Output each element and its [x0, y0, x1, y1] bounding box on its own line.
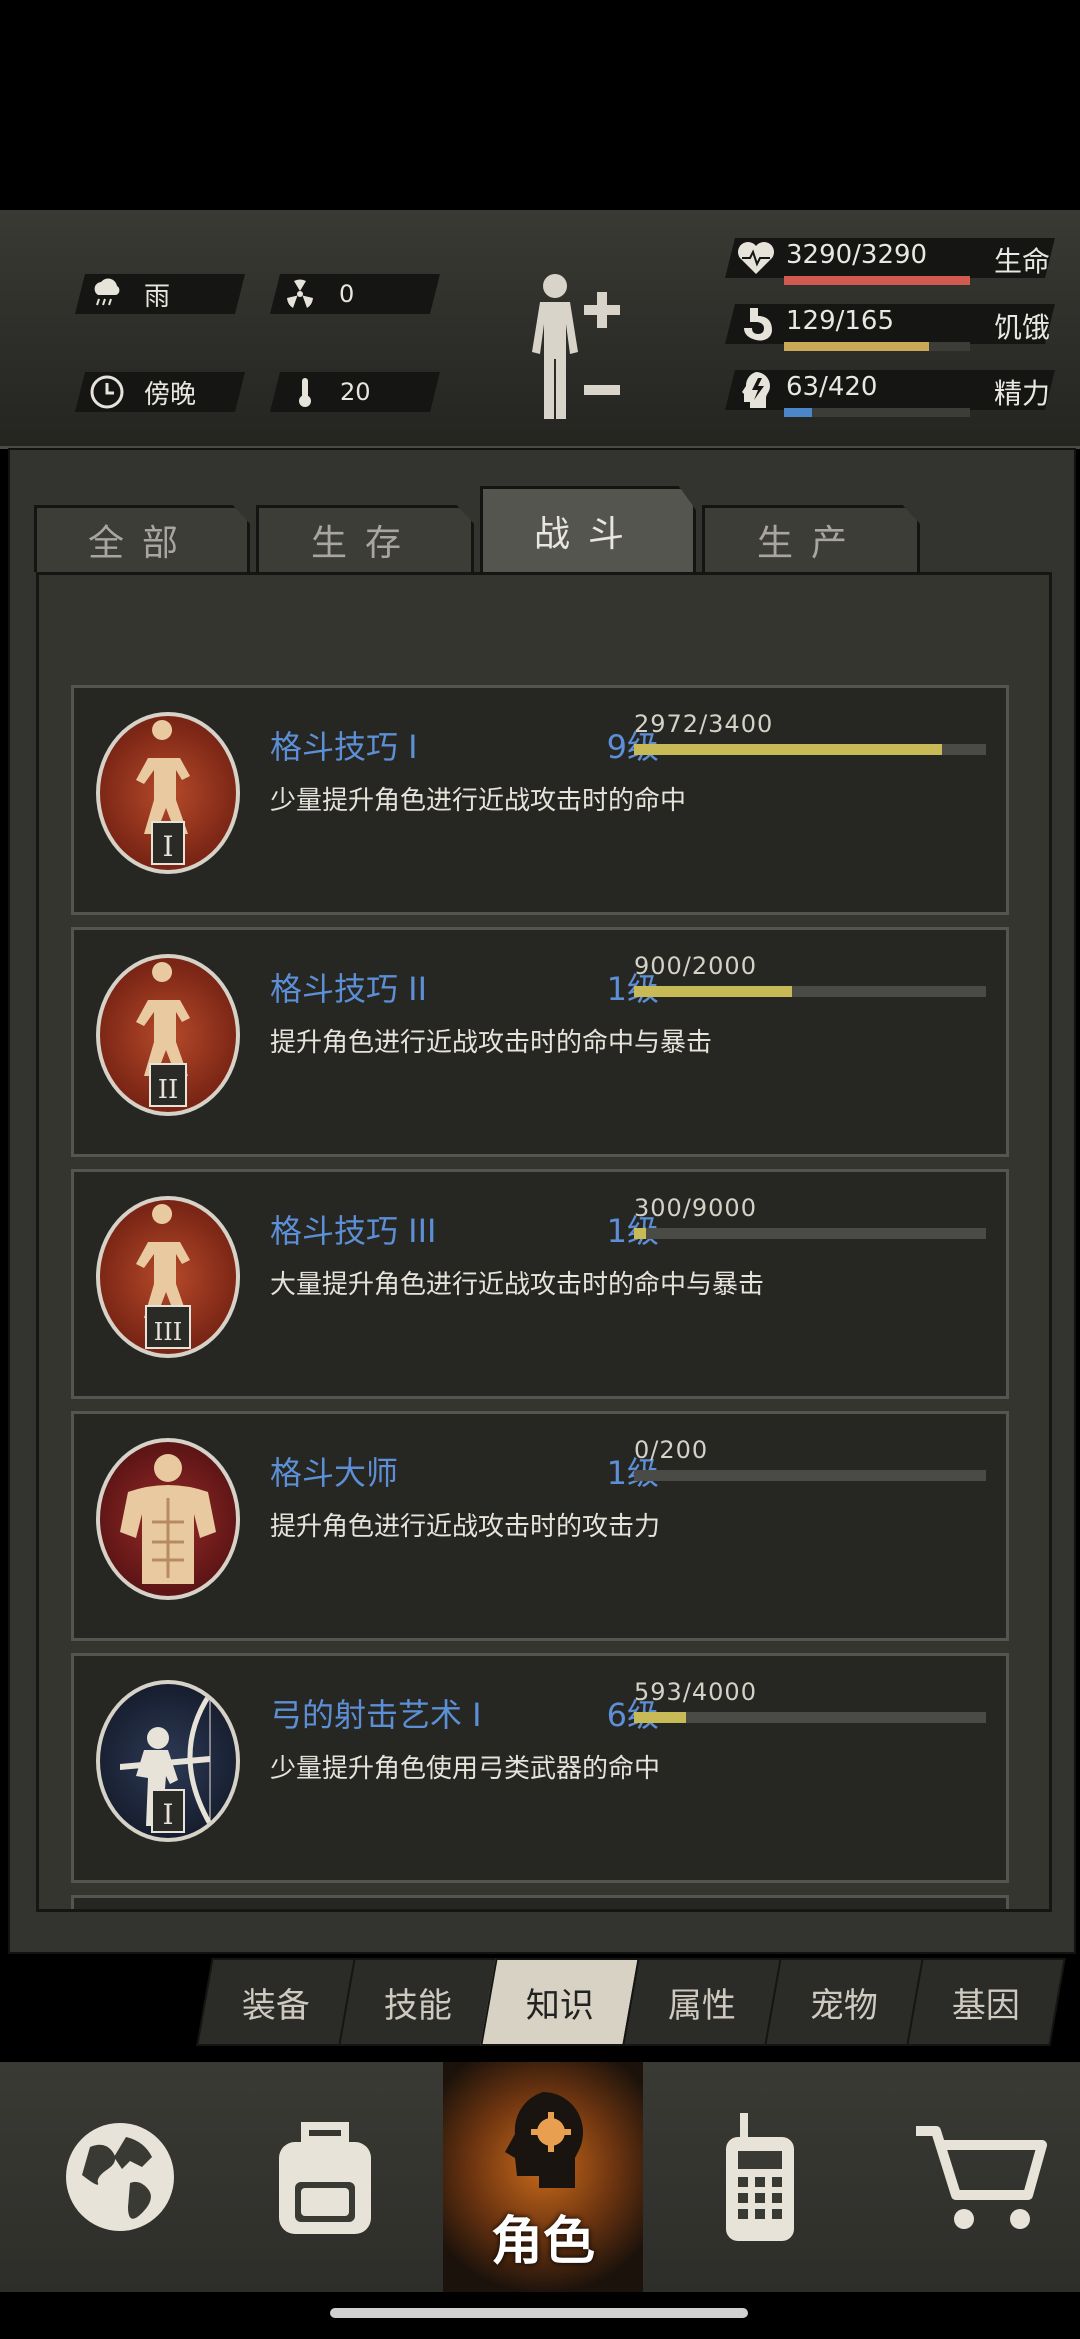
skill-name: 格斗技巧 III	[270, 1212, 437, 1250]
home-indicator[interactable]	[330, 2308, 748, 2318]
skill-card[interactable]: III 格斗技巧 III 1级 300/9000 大量提升角色进行近战攻击时的命…	[71, 1169, 1009, 1399]
skill-progress-text: 2972/3400	[634, 710, 774, 738]
subnav-genes[interactable]: 基因	[906, 1958, 1066, 2046]
skill-progress-bar	[634, 1470, 986, 1481]
skill-card[interactable]: II 格斗技巧 II 1级 900/2000 提升角色进行近战攻击时的命中与暴击	[71, 927, 1009, 1157]
hunger-label: 饥饿	[994, 311, 1051, 344]
cart-icon	[916, 2126, 1047, 2229]
nav-character[interactable]: 角色	[443, 2062, 643, 2292]
skill-description: 少量提升角色使用弓类武器的命中	[270, 1754, 661, 1784]
skill-card[interactable]: I 格斗技巧 I 9级 2972/3400 少量提升角色进行近战攻击时的命中	[71, 685, 1009, 915]
weather-label: 雨	[144, 281, 171, 312]
energy-value: 63/420	[786, 372, 878, 402]
bottom-navigation: 角色	[0, 2062, 1080, 2292]
sub-navigation: 装备 技能 知识 属性 宠物 基因	[196, 1958, 1066, 2046]
skill-progress-text: 900/2000	[634, 952, 757, 980]
nav-radio[interactable]	[660, 2062, 860, 2292]
svg-text:II: II	[158, 1075, 179, 1105]
skill-progress-text: 593/4000	[634, 1678, 757, 1706]
skill-description: 少量提升角色进行近战攻击时的命中	[270, 786, 687, 816]
skill-name: 格斗大师	[270, 1454, 399, 1492]
subnav-attributes[interactable]: 属性	[622, 1958, 782, 2046]
skill-progress-bar	[634, 744, 986, 755]
svg-text:III: III	[154, 1318, 182, 1346]
skill-progress-text: 0/200	[634, 1436, 709, 1464]
muscle-icon	[96, 1438, 240, 1600]
tab-all[interactable]: 全部	[34, 505, 250, 572]
skill-progress-bar	[634, 1712, 986, 1723]
radio-icon	[726, 2113, 794, 2241]
skill-card[interactable]: I 弓的射击艺术 I 6级 593/4000 少量提升角色使用弓类武器的命中	[71, 1653, 1009, 1883]
tab-combat[interactable]: 战斗	[480, 486, 696, 572]
svg-text:I: I	[162, 1798, 173, 1831]
plus-icon[interactable]	[582, 290, 622, 330]
nav-character-label: 角色	[490, 2212, 595, 2272]
fighter-icon: III	[96, 1196, 240, 1358]
fighter-icon: I	[96, 712, 240, 874]
subnav-skills[interactable]: 技能	[338, 1958, 498, 2046]
health-value: 3290/3290	[786, 240, 928, 270]
body-figure-icon[interactable]	[522, 272, 588, 422]
nav-inventory[interactable]	[225, 2062, 425, 2292]
skill-progress-text: 300/9000	[634, 1194, 757, 1222]
fighter-icon: II	[96, 954, 240, 1116]
radiation-value: 0	[339, 280, 355, 308]
tab-production[interactable]: 生产	[702, 505, 920, 572]
backpack-icon	[279, 2122, 371, 2234]
temperature-value: 20	[340, 378, 371, 406]
skill-name: 格斗技巧 II	[270, 970, 428, 1008]
health-bar	[784, 276, 970, 285]
skill-card[interactable]: 格斗大师 1级 0/200 提升角色进行近战攻击时的攻击力	[71, 1411, 1009, 1641]
skill-name: 格斗技巧 I	[270, 728, 418, 766]
skill-list[interactable]: I 格斗技巧 I 9级 2972/3400 少量提升角色进行近战攻击时的命中 I…	[36, 572, 1052, 1912]
health-label: 生命	[994, 245, 1051, 278]
skill-progress-bar	[634, 986, 986, 997]
hunger-bar	[784, 342, 970, 351]
heart-icon	[738, 242, 774, 274]
skill-name: 弓的射击艺术 I	[270, 1696, 482, 1734]
status-header: 雨 0 傍晚 20 3290/3290 生命 129/165 饥饿 63/420…	[0, 210, 1080, 449]
radiation-icon	[287, 279, 313, 308]
thermometer-icon	[299, 378, 311, 407]
svg-text:I: I	[162, 830, 173, 863]
hunger-value: 129/165	[786, 306, 895, 336]
stomach-icon	[744, 308, 772, 341]
globe-icon	[66, 2123, 174, 2231]
minus-icon[interactable]	[582, 370, 622, 410]
energy-bar	[784, 408, 970, 417]
rain-cloud-icon	[94, 278, 120, 306]
skill-card[interactable]	[71, 1895, 1009, 1909]
skill-progress-bar	[634, 1228, 986, 1239]
clock-icon	[90, 375, 124, 409]
skill-description: 大量提升角色进行近战攻击时的命中与暴击	[270, 1270, 765, 1300]
head-lightning-icon	[742, 372, 770, 408]
archer-icon: I	[96, 1680, 240, 1842]
subnav-knowledge[interactable]: 知识	[480, 1958, 640, 2046]
nav-map[interactable]	[20, 2062, 220, 2292]
subnav-pets[interactable]: 宠物	[764, 1958, 924, 2046]
energy-label: 精力	[994, 377, 1051, 410]
subnav-equipment[interactable]: 装备	[196, 1958, 356, 2046]
nav-shop[interactable]	[880, 2062, 1080, 2292]
skill-description: 提升角色进行近战攻击时的攻击力	[270, 1512, 661, 1542]
time-of-day-label: 傍晚	[144, 379, 197, 410]
skill-description: 提升角色进行近战攻击时的命中与暴击	[270, 1028, 713, 1058]
tab-survival[interactable]: 生存	[256, 505, 474, 572]
